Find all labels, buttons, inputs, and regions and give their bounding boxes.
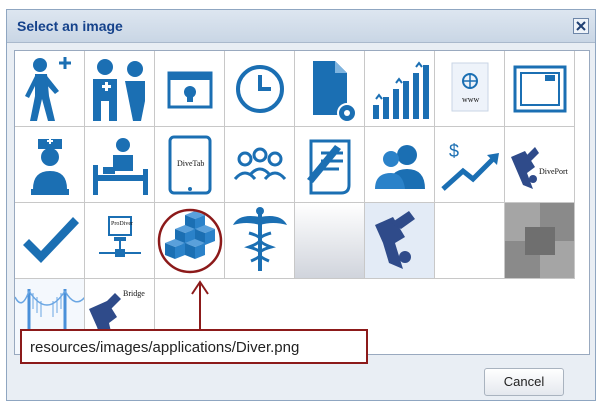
tooltip-path-text: resources/images/applications/Diver.png: [30, 339, 300, 356]
path-tooltip: resources/images/applications/Diver.png: [20, 329, 368, 364]
